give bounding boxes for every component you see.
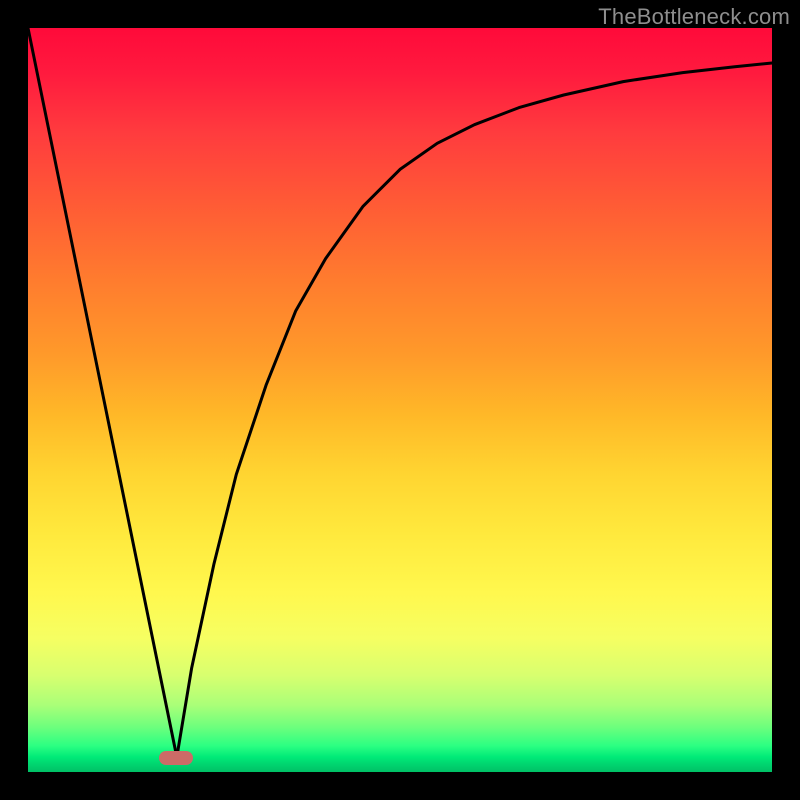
curve-left-segment bbox=[28, 28, 177, 757]
chart-frame: TheBottleneck.com bbox=[0, 0, 800, 800]
bottleneck-curve bbox=[28, 28, 772, 772]
minimum-marker bbox=[159, 751, 193, 765]
plot-area bbox=[28, 28, 772, 772]
curve-right-segment bbox=[177, 63, 772, 757]
watermark-text: TheBottleneck.com bbox=[598, 4, 790, 30]
